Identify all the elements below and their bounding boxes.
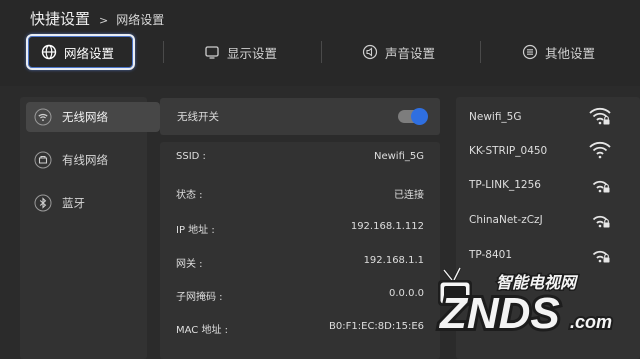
info-key: 子网掩码 :: [176, 292, 223, 303]
header-bar: 快捷设置 > 网络设置 网络设置 显示设置 声音设置 其他设置: [0, 0, 640, 86]
globe-icon: [41, 44, 57, 60]
speaker-icon: [362, 44, 378, 60]
breadcrumb: 快捷设置 > 网络设置: [30, 8, 164, 29]
info-value: B0:F1:EC:8D:15:E6: [329, 321, 424, 332]
info-row-subnet-mask: 子网掩码 : 0.0.0.0: [160, 285, 440, 305]
wifi-ssid: Newifi_5G: [469, 111, 522, 123]
wifi-lock-icon: [589, 107, 611, 125]
sidebar-item-wireless[interactable]: 无线网络: [26, 102, 160, 132]
info-value: 0.0.0.0: [389, 288, 424, 299]
tab-bar: 网络设置 显示设置 声音设置 其他设置: [0, 34, 640, 72]
wifi-ssid: ChinaNet-zCzJ: [469, 214, 543, 226]
wifi-ssid: KK-STRIP_0450: [469, 145, 548, 157]
info-value: Newifi_5G: [374, 151, 424, 162]
tab-label: 网络设置: [64, 45, 115, 61]
info-row-status: 状态 : 已连接: [160, 183, 440, 203]
tab-label: 声音设置: [385, 45, 436, 61]
tab-divider: [163, 41, 164, 63]
sidebar-item-wired[interactable]: 有线网络: [26, 145, 160, 175]
wifi-icon: [34, 108, 52, 126]
info-row-ssid: SSID : Newifi_5G: [160, 148, 440, 168]
watermark-main-text-fill: ZNDS: [438, 289, 560, 338]
info-key: 状态 :: [176, 190, 203, 201]
tab-display-settings[interactable]: 显示设置: [204, 34, 277, 70]
wifi-network-item[interactable]: TP-LINK_1256: [456, 168, 640, 202]
menu-icon: [522, 44, 538, 60]
breadcrumb-current: 网络设置: [116, 13, 165, 27]
tab-sound-settings[interactable]: 声音设置: [362, 34, 435, 70]
wifi-icon: [589, 141, 611, 159]
tab-divider: [480, 41, 481, 63]
connection-info-panel: SSID : Newifi_5G 状态 : 已连接 IP 地址 : 192.16…: [160, 142, 440, 359]
info-key: IP 地址 :: [176, 225, 215, 236]
wifi-network-item[interactable]: Newifi_5G: [456, 100, 640, 134]
znds-watermark-logo: 智能电视网 智能电视网 ZNDS ZNDS .com .com: [435, 267, 614, 341]
info-row-mac-address: MAC 地址 : B0:F1:EC:8D:15:E6: [160, 318, 440, 338]
ethernet-icon: [34, 151, 52, 169]
wireless-switch-label: 无线开关: [177, 111, 219, 123]
sidebar-item-label: 蓝牙: [62, 196, 85, 210]
wireless-switch-toggle[interactable]: [398, 108, 428, 125]
tab-label: 显示设置: [227, 45, 278, 61]
wifi-lock-icon: [592, 180, 610, 193]
info-value: 192.168.1.112: [350, 221, 424, 232]
info-value: 192.168.1.1: [363, 255, 424, 266]
sidebar-item-label: 有线网络: [62, 153, 108, 167]
watermark-suffix-fill: .com: [570, 312, 612, 332]
tab-divider: [321, 41, 322, 63]
tab-other-settings[interactable]: 其他设置: [522, 34, 595, 70]
sidebar-item-label: 无线网络: [62, 110, 108, 124]
info-row-ip-address: IP 地址 : 192.168.1.112: [160, 218, 440, 238]
info-key: MAC 地址 :: [176, 325, 229, 336]
info-row-gateway: 网关 : 192.168.1.1: [160, 252, 440, 272]
tab-label: 其他设置: [545, 45, 596, 61]
sidebar-item-bluetooth[interactable]: 蓝牙: [26, 188, 160, 218]
wifi-lock-icon: [592, 215, 610, 228]
wifi-network-item[interactable]: ChinaNet-zCzJ: [456, 203, 640, 237]
sidebar: 无线网络 有线网络 蓝牙: [20, 97, 160, 359]
bluetooth-icon: [34, 194, 52, 212]
breadcrumb-root[interactable]: 快捷设置: [30, 8, 90, 29]
toggle-knob: [411, 108, 428, 125]
display-icon: [204, 44, 220, 60]
info-value: 已连接: [394, 190, 424, 201]
info-key: SSID :: [176, 151, 206, 162]
wifi-network-item[interactable]: KK-STRIP_0450: [456, 134, 640, 168]
breadcrumb-separator: >: [99, 14, 109, 27]
tab-network-settings[interactable]: 网络设置: [26, 34, 135, 70]
wireless-switch-row: 无线开关: [160, 98, 440, 135]
wifi-ssid: TP-LINK_1256: [469, 179, 541, 191]
info-key: 网关 :: [176, 259, 203, 270]
